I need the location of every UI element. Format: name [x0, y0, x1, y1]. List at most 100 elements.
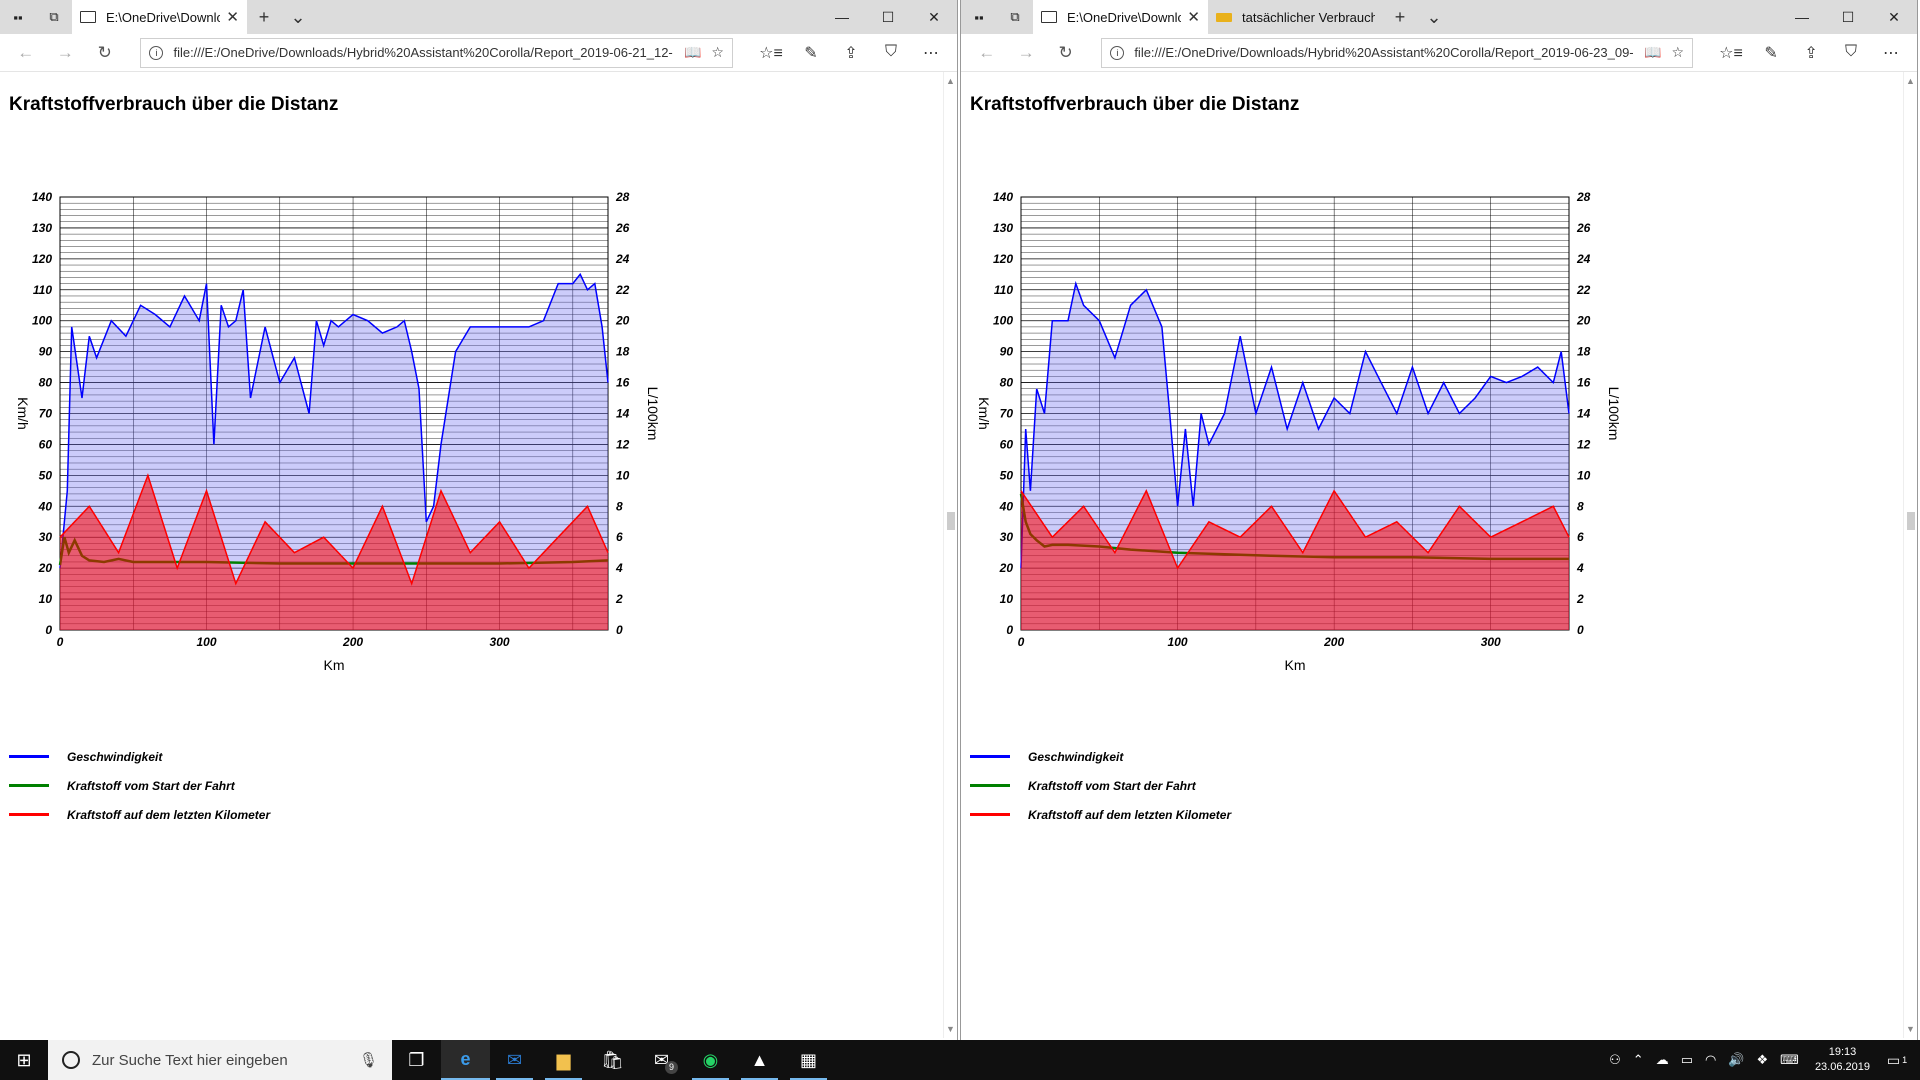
fuel-chart: 0102030405060708090100110120130140024681… — [976, 190, 1622, 673]
chevron-down-icon[interactable]: ⌄ — [281, 0, 315, 34]
windows-start-icon[interactable]: ⊞ — [0, 1040, 48, 1080]
x-tick-label: 200 — [1323, 635, 1344, 649]
scroll-up-icon[interactable]: ▲ — [1906, 76, 1915, 86]
share-icon[interactable]: ⇪ — [831, 43, 871, 63]
mail-icon[interactable]: ✉ 9 — [637, 1040, 686, 1080]
edge-icon[interactable]: e — [441, 1040, 490, 1080]
close-window-button[interactable]: ✕ — [911, 0, 957, 34]
favorites-icon[interactable]: ☆≡ — [1711, 43, 1751, 63]
address-bar[interactable]: i file:///E:/OneDrive/Downloads/Hybrid%2… — [140, 37, 733, 68]
notification-count: 1 — [1902, 1055, 1908, 1065]
y2-tick-label: 10 — [1577, 468, 1591, 482]
y2-tick-label: 22 — [1576, 283, 1591, 297]
whatsapp-icon[interactable]: ◉ — [686, 1040, 735, 1080]
scroll-thumb[interactable] — [1907, 512, 1915, 530]
close-icon[interactable]: ✕ — [226, 8, 239, 26]
new-tab-button[interactable]: + — [247, 0, 281, 34]
reading-view-icon[interactable]: 📖 — [684, 44, 701, 61]
volume-icon[interactable]: 🔊 — [1728, 1052, 1744, 1068]
clock-date: 23.06.2019 — [1814, 1061, 1870, 1073]
forward-button[interactable]: → — [45, 37, 84, 69]
tab-preview-icon[interactable]: ⧉ — [997, 0, 1033, 34]
pen-icon[interactable]: ✎ — [791, 43, 831, 63]
tab-report[interactable]: E:\OneDrive\Downloads ✕ — [72, 0, 247, 34]
y-tick-label: 120 — [993, 252, 1013, 266]
info-icon[interactable]: i — [1110, 45, 1125, 60]
close-icon[interactable]: ✕ — [1187, 8, 1200, 26]
more-icon[interactable]: ⋯ — [911, 43, 951, 63]
keyboard-icon[interactable]: ⌨ — [1780, 1052, 1799, 1068]
y-tick-label: 40 — [38, 499, 53, 513]
maximize-button[interactable]: ☐ — [1825, 0, 1871, 34]
chevron-up-icon[interactable]: ⌃ — [1633, 1052, 1644, 1068]
scroll-thumb[interactable] — [947, 512, 955, 530]
task-view-icon[interactable]: ❐ — [392, 1040, 441, 1080]
page-icon — [80, 11, 96, 23]
y2-tick-label: 6 — [1577, 530, 1584, 544]
outlook-icon[interactable]: ✉ — [490, 1040, 539, 1080]
refresh-button[interactable]: ↻ — [85, 37, 124, 69]
vertical-scrollbar[interactable]: ▲ ▼ — [1903, 72, 1917, 1038]
tab-aside-icon[interactable]: ▪▪ — [0, 0, 36, 34]
refresh-button[interactable]: ↻ — [1046, 37, 1085, 69]
chevron-down-icon[interactable]: ⌄ — [1417, 0, 1451, 34]
y-tick-label: 40 — [999, 499, 1014, 513]
legend-swatch-green — [970, 784, 1010, 787]
notification-icon[interactable]: ▭ 1 — [1880, 1052, 1920, 1069]
share-icon[interactable]: ⇪ — [1791, 43, 1831, 63]
star-icon[interactable]: ☆ — [711, 44, 724, 61]
y-tick-label: 120 — [32, 252, 52, 266]
y2-tick-label: 20 — [615, 314, 630, 328]
battery-icon[interactable]: ▭ — [1681, 1052, 1693, 1068]
new-tab-button[interactable]: + — [1383, 0, 1417, 34]
people-icon[interactable]: ⚇ — [1609, 1052, 1621, 1068]
info-icon[interactable]: i — [149, 45, 164, 60]
toolbar-icons: ☆≡ ✎ ⇪ ⛉ ⋯ — [1711, 43, 1911, 63]
tab-pdf[interactable]: tatsächlicher Verbrauch - PF — [1208, 0, 1383, 34]
tab-report[interactable]: E:\OneDrive\Downloads ✕ — [1033, 0, 1208, 34]
clock-time: 19:13 — [1828, 1046, 1857, 1058]
minimize-button[interactable]: — — [819, 0, 865, 34]
vertical-scrollbar[interactable]: ▲ ▼ — [943, 72, 957, 1038]
y-axis-label: Km/h — [15, 397, 31, 430]
y-tick-label: 110 — [33, 283, 52, 297]
y2-axis-label: L/100km — [1606, 387, 1622, 441]
y-tick-label: 50 — [1000, 468, 1014, 482]
scroll-up-icon[interactable]: ▲ — [946, 76, 955, 86]
onedrive-icon[interactable]: ☁ — [1656, 1052, 1669, 1068]
file-explorer-icon[interactable]: ▆ — [539, 1040, 588, 1080]
back-button[interactable]: ← — [967, 37, 1006, 69]
star-icon[interactable]: ☆ — [1671, 44, 1684, 61]
back-button[interactable]: ← — [6, 37, 45, 69]
store-icon[interactable]: 🛍 — [588, 1040, 637, 1080]
tab-preview-icon[interactable]: ⧉ — [36, 0, 72, 34]
tab-aside-icon[interactable]: ▪▪ — [961, 0, 997, 34]
scroll-down-icon[interactable]: ▼ — [1906, 1024, 1915, 1034]
dropbox-icon[interactable]: ❖ — [1757, 1052, 1769, 1068]
y2-tick-label: 14 — [616, 407, 630, 421]
scroll-down-icon[interactable]: ▼ — [946, 1024, 955, 1034]
shield-icon[interactable]: ⛉ — [871, 43, 911, 63]
y-tick-label: 20 — [38, 561, 53, 575]
reading-view-icon[interactable]: 📖 — [1644, 44, 1661, 61]
taskbar-search[interactable]: Zur Suche Text hier eingeben 🎙 — [48, 1040, 392, 1080]
close-window-button[interactable]: ✕ — [1871, 0, 1917, 34]
more-icon[interactable]: ⋯ — [1871, 43, 1911, 63]
y-tick-label: 30 — [1000, 530, 1014, 544]
microphone-icon[interactable]: 🎙 — [359, 1051, 378, 1069]
maximize-button[interactable]: ☐ — [865, 0, 911, 34]
photos-icon[interactable]: ▲ — [735, 1040, 784, 1080]
favorites-icon[interactable]: ☆≡ — [751, 43, 791, 63]
y-tick-label: 30 — [39, 530, 53, 544]
forward-button[interactable]: → — [1006, 37, 1045, 69]
y-tick-label: 140 — [32, 190, 52, 204]
address-url: file:///E:/OneDrive/Downloads/Hybrid%20A… — [173, 45, 673, 60]
minimize-button[interactable]: — — [1779, 0, 1825, 34]
address-bar[interactable]: i file:///E:/OneDrive/Downloads/Hybrid%2… — [1101, 37, 1694, 68]
calculator-icon[interactable]: ▦ — [784, 1040, 833, 1080]
pen-icon[interactable]: ✎ — [1751, 43, 1791, 63]
wifi-icon[interactable]: ◠ — [1705, 1052, 1716, 1068]
clock[interactable]: 19:13 23.06.2019 — [1815, 1045, 1870, 1075]
shield-icon[interactable]: ⛉ — [1831, 43, 1871, 63]
y-tick-label: 70 — [1000, 407, 1014, 421]
